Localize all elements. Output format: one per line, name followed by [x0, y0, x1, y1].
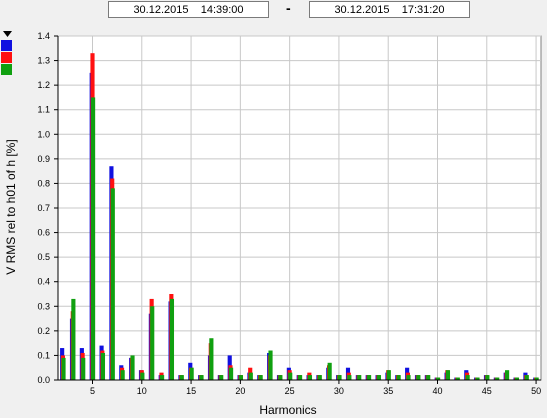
- bar-series-3-h30: [337, 375, 342, 380]
- y-tick-label: 1.1: [37, 105, 50, 115]
- x-tick-label: 50: [531, 386, 541, 396]
- bar-series-3-h4: [81, 357, 86, 380]
- bar-series-3-h41: [445, 370, 451, 380]
- x-tick-label: 35: [383, 386, 393, 396]
- triangle-down-icon[interactable]: [3, 31, 12, 37]
- bar-series-3-h49: [524, 375, 529, 380]
- y-tick-label: 1.4: [37, 31, 50, 41]
- y-tick-label: 1.2: [37, 80, 50, 90]
- x-tick-label: 5: [90, 386, 95, 396]
- y-tick-label: 0.3: [37, 301, 50, 311]
- bar-series-3-h27: [307, 375, 313, 380]
- x-tick-label: 10: [137, 386, 147, 396]
- bar-series-3-h18: [219, 375, 224, 380]
- bar-series-3-h13: [169, 298, 175, 380]
- bar-series-3-h47: [505, 370, 510, 380]
- y-tick-label: 0.5: [37, 252, 50, 262]
- y-tick-label: 0.6: [37, 228, 50, 238]
- x-tick-label: 20: [235, 386, 245, 396]
- bar-series-3-h33: [367, 375, 372, 380]
- bar-series-3-h6: [100, 352, 106, 380]
- bar-series-3-h23: [268, 350, 273, 380]
- y-tick-label: 1.0: [37, 129, 50, 139]
- y-axis-label: V RMS rel to h01 of h [%]: [4, 139, 18, 274]
- y-tick-label: 0.2: [37, 326, 50, 336]
- bar-series-3-h21: [248, 372, 253, 380]
- bar-series-3-h29: [327, 362, 332, 380]
- y-tick-label: 0.4: [37, 277, 50, 287]
- x-tick-label: 30: [334, 386, 344, 396]
- y-tick-label: 0.7: [37, 203, 50, 213]
- x-tick-label: 15: [186, 386, 196, 396]
- x-tick-label: 45: [482, 386, 492, 396]
- bar-series-3-h26: [298, 375, 303, 380]
- bar-series-3-h34: [376, 375, 382, 380]
- bar-series-3-h5: [91, 97, 96, 380]
- bar-series-3-h22: [258, 375, 263, 380]
- bar-series-3-h28: [317, 375, 322, 380]
- x-tick-label: 40: [432, 386, 442, 396]
- bar-series-3-h25: [288, 372, 293, 380]
- bar-series-3-h2: [61, 357, 66, 380]
- y-tick-label: 0.8: [37, 178, 50, 188]
- y-tick-label: 0.1: [37, 350, 50, 360]
- bar-series-3-h39: [426, 375, 431, 380]
- bar-series-3-h14: [179, 375, 184, 380]
- bar-series-3-h36: [396, 375, 401, 380]
- series-legend[interactable]: [1, 31, 12, 75]
- legend-swatch-series-2: [1, 52, 12, 63]
- bar-series-3-h8: [120, 370, 125, 380]
- bar-series-3-h31: [347, 375, 352, 380]
- y-tick-label: 1.3: [37, 56, 50, 66]
- bar-series-3-h16: [199, 375, 204, 380]
- bar-series-3-h11: [150, 306, 155, 380]
- legend-swatch-series-1: [1, 40, 12, 51]
- x-tick-label: 25: [285, 386, 295, 396]
- bar-series-3-h9: [130, 355, 135, 380]
- bar-series-3-h15: [189, 367, 194, 380]
- y-tick-label: 0.9: [37, 154, 50, 164]
- bar-series-3-h19: [229, 367, 234, 380]
- bar-series-3-h43: [465, 375, 470, 380]
- bar-series-3-h37: [406, 375, 411, 380]
- bar-series-3-h17: [209, 338, 214, 380]
- harmonics-bar-chart: 0.0 0.1 0.2 0.3 0.4 0.5 0.6 0.7 0.8 0.9 1.0 1.1 1.2 1…: [1, 31, 542, 417]
- bar-series-3-h45: [485, 375, 490, 380]
- bar-series-3-h3: [71, 298, 76, 380]
- bar-series-3-h24: [278, 375, 283, 380]
- bar-series-3-h38: [416, 375, 421, 380]
- bar-series-3-h32: [357, 375, 362, 380]
- bar-series-3-h20: [238, 375, 244, 380]
- bar-series-3-h7: [110, 188, 115, 380]
- legend-swatch-series-3: [1, 64, 12, 75]
- bar-series-3-h10: [140, 372, 145, 380]
- bar-series-3-h35: [386, 370, 391, 380]
- bar-series-3-h12: [160, 375, 165, 380]
- x-axis-label: Harmonics: [259, 403, 316, 417]
- y-tick-label: 0.0: [37, 375, 50, 385]
